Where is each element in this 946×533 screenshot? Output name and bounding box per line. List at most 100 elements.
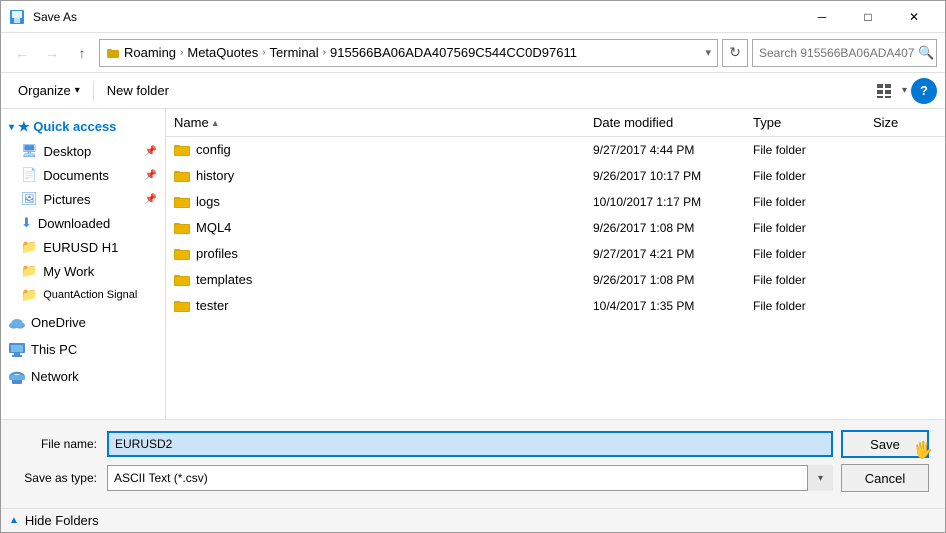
save-label: Save: [870, 437, 900, 452]
table-row[interactable]: profiles 9/27/2017 4:21 PM File folder: [166, 241, 945, 267]
sidebar-network-label: Network: [31, 369, 79, 384]
eurusd-icon: 📁: [21, 239, 37, 255]
filetype-select-wrap: ASCII Text (*.csv) ▾: [107, 465, 833, 491]
sidebar-item-this-pc[interactable]: This PC: [1, 338, 165, 361]
file-type: File folder: [745, 218, 865, 238]
file-name: tester: [196, 298, 229, 313]
sidebar-item-network[interactable]: Network: [1, 365, 165, 388]
hide-folders-row[interactable]: ▲ Hide Folders: [1, 508, 945, 532]
desktop-icon: 🖥: [21, 143, 38, 159]
file-type: File folder: [745, 166, 865, 186]
close-button[interactable]: ✕: [891, 1, 937, 33]
address-bar: ← → ↑ Roaming › MetaQuotes › Terminal › …: [1, 33, 945, 73]
my-work-icon: 📁: [21, 263, 37, 279]
folder-file-icon: [174, 273, 190, 287]
cancel-label: Cancel: [865, 471, 905, 486]
organize-label: Organize: [18, 83, 71, 98]
main-content: ▾ ★ Quick access 🖥 Desktop 📌 📄 Documents…: [1, 109, 945, 419]
file-name: MQL4: [196, 220, 231, 235]
path-id: 915566BA06ADA407569C544CC0D97611: [330, 45, 577, 60]
sidebar-item-onedrive[interactable]: OneDrive: [1, 311, 165, 334]
file-rows-container: config 9/27/2017 4:44 PM File folder his…: [166, 137, 945, 319]
file-name: profiles: [196, 246, 238, 261]
column-header-name[interactable]: Name ▲: [166, 111, 585, 134]
file-type: File folder: [745, 270, 865, 290]
folder-file-icon: [174, 247, 190, 261]
bottom-panel: File name: Save 🖐 Save as type: ASCII Te…: [1, 419, 945, 508]
organize-dropdown-icon: ▾: [75, 85, 80, 96]
folder-file-icon: [174, 143, 190, 157]
file-date: 9/27/2017 4:21 PM: [585, 244, 745, 264]
table-row[interactable]: templates 9/26/2017 1:08 PM File folder: [166, 267, 945, 293]
onedrive-icon: [9, 316, 25, 330]
sidebar-pictures-label: Pictures: [44, 192, 91, 207]
file-name: history: [196, 168, 234, 183]
sidebar-item-downloaded[interactable]: ⬇ Downloaded: [1, 211, 165, 235]
sidebar-item-my-work[interactable]: 📁 My Work: [1, 259, 165, 283]
dialog-title: Save As: [33, 10, 799, 24]
quick-access-section: ▾ ★ Quick access 🖥 Desktop 📌 📄 Documents…: [1, 113, 165, 309]
sidebar-item-pictures[interactable]: 🖼 Pictures 📌: [1, 187, 165, 211]
documents-icon: 📄: [21, 167, 37, 183]
sidebar-item-eurusd-h1[interactable]: 📁 EURUSD H1: [1, 235, 165, 259]
file-size: [865, 225, 945, 231]
file-list-header: Name ▲ Date modified Type Size: [166, 109, 945, 137]
sidebar-desktop-label: Desktop: [44, 144, 92, 159]
file-name: templates: [196, 272, 252, 287]
filename-row: File name: Save 🖐: [17, 430, 929, 458]
title-bar: Save As ─ □ ✕: [1, 1, 945, 33]
view-options-button[interactable]: [870, 77, 898, 105]
network-icon: [9, 370, 25, 384]
sidebar-item-desktop[interactable]: 🖥 Desktop 📌: [1, 139, 165, 163]
sidebar-item-documents[interactable]: 📄 Documents 📌: [1, 163, 165, 187]
search-icon: 🔍: [918, 45, 934, 61]
table-row[interactable]: history 9/26/2017 10:17 PM File folder: [166, 163, 945, 189]
search-box[interactable]: 🔍: [752, 39, 937, 67]
file-size: [865, 251, 945, 257]
sort-arrow-name: ▲: [211, 118, 220, 128]
table-row[interactable]: MQL4 9/26/2017 1:08 PM File folder: [166, 215, 945, 241]
path-dropdown-arrow[interactable]: ▾: [705, 46, 711, 59]
file-type: File folder: [745, 140, 865, 160]
file-date: 10/4/2017 1:35 PM: [585, 296, 745, 316]
sidebar-downloaded-label: Downloaded: [38, 216, 110, 231]
refresh-button[interactable]: ↻: [722, 39, 748, 67]
pin-icon-pictures: 📌: [145, 194, 157, 205]
file-type: File folder: [745, 296, 865, 316]
filename-label: File name:: [17, 437, 107, 451]
forward-button[interactable]: →: [39, 40, 65, 66]
quantaction-icon: 📁: [21, 287, 37, 303]
column-header-type[interactable]: Type: [745, 111, 865, 134]
organize-button[interactable]: Organize ▾: [9, 77, 89, 105]
help-button[interactable]: ?: [911, 78, 937, 104]
toolbar-separator: [93, 81, 94, 101]
address-path[interactable]: Roaming › MetaQuotes › Terminal › 915566…: [99, 39, 718, 67]
filetype-row: Save as type: ASCII Text (*.csv) ▾ Cance…: [17, 464, 929, 492]
file-date: 9/26/2017 1:08 PM: [585, 270, 745, 290]
file-size: [865, 277, 945, 283]
view-grid-icon: [876, 83, 892, 99]
filename-input[interactable]: [107, 431, 833, 457]
file-date: 9/26/2017 10:17 PM: [585, 166, 745, 186]
minimize-button[interactable]: ─: [799, 1, 845, 33]
new-folder-button[interactable]: New folder: [98, 77, 178, 105]
table-row[interactable]: config 9/27/2017 4:44 PM File folder: [166, 137, 945, 163]
cancel-button[interactable]: Cancel: [841, 464, 929, 492]
table-row[interactable]: logs 10/10/2017 1:17 PM File folder: [166, 189, 945, 215]
up-button[interactable]: ↑: [69, 40, 95, 66]
column-header-date[interactable]: Date modified: [585, 111, 745, 134]
file-date: 9/27/2017 4:44 PM: [585, 140, 745, 160]
downloaded-icon: ⬇: [21, 215, 32, 231]
path-roaming: Roaming: [124, 45, 176, 60]
new-folder-label: New folder: [107, 83, 169, 98]
quick-access-header[interactable]: ▾ ★ Quick access: [1, 115, 165, 139]
table-row[interactable]: tester 10/4/2017 1:35 PM File folder: [166, 293, 945, 319]
column-header-size[interactable]: Size: [865, 111, 945, 134]
save-as-dialog: Save As ─ □ ✕ ← → ↑ Roaming › MetaQuotes…: [0, 0, 946, 533]
search-input[interactable]: [759, 46, 914, 60]
back-button[interactable]: ←: [9, 40, 35, 66]
filetype-select[interactable]: ASCII Text (*.csv): [107, 465, 833, 491]
sidebar-item-quantaction-signal[interactable]: 📁 QuantAction Signal: [1, 283, 165, 307]
save-button[interactable]: Save 🖐: [841, 430, 929, 458]
maximize-button[interactable]: □: [845, 1, 891, 33]
